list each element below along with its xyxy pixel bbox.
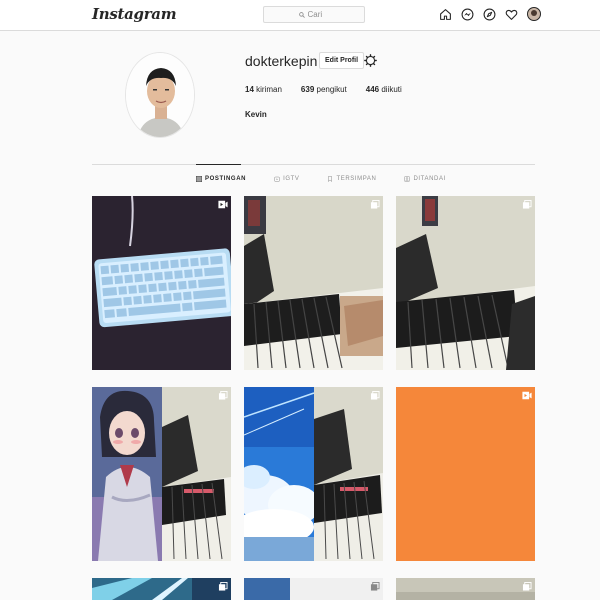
instagram-logo[interactable]: Instagram	[92, 5, 177, 23]
heart-icon[interactable]	[505, 8, 518, 21]
post-tile[interactable]	[92, 196, 231, 370]
piano-photo	[396, 196, 535, 370]
posts-label: kiriman	[253, 85, 282, 94]
posts-stat: 14 kiriman	[245, 85, 282, 94]
search-icon	[298, 11, 305, 18]
edit-profile-button[interactable]: Edit Profil	[319, 52, 365, 69]
post-tile[interactable]	[92, 387, 231, 561]
settings-gear-icon[interactable]	[364, 54, 377, 67]
following-label: diikuti	[379, 85, 402, 94]
multiple-posts-icon	[218, 391, 228, 400]
tagged-user-icon	[404, 176, 411, 182]
followers-stat[interactable]: 639 pengikut	[301, 85, 347, 94]
sky-piano-collage	[244, 387, 383, 561]
tab-tagged-label: DITANDAI	[413, 176, 446, 182]
profile-stats: 14 kiriman 639 pengikut 446 diikuti	[245, 85, 402, 94]
messenger-icon[interactable]	[461, 8, 474, 21]
tab-igtv[interactable]: IGTV	[274, 176, 299, 182]
piano-photo	[244, 196, 383, 370]
following-stat[interactable]: 446 diikuti	[366, 85, 402, 94]
multiple-posts-icon	[370, 582, 380, 591]
multiple-posts-icon	[370, 391, 380, 400]
video-badge-icon	[218, 200, 228, 209]
following-count: 446	[365, 85, 380, 94]
tab-saved[interactable]: TERSIMPAN	[327, 176, 376, 182]
profile-photo-icon	[126, 53, 194, 137]
multiple-posts-icon	[370, 200, 380, 209]
followers-label: pengikut	[314, 85, 347, 94]
tab-saved-label: TERSIMPAN	[336, 176, 377, 182]
search-input[interactable]	[307, 10, 330, 19]
igtv-icon	[274, 176, 280, 182]
post-tile[interactable]	[244, 578, 383, 600]
partial-post-photo	[244, 578, 383, 600]
posts-count: 14	[245, 85, 254, 94]
partial-post-photo	[92, 578, 231, 600]
partial-post-photo	[396, 578, 535, 600]
grid-icon	[196, 176, 202, 182]
post-tile[interactable]	[244, 196, 383, 370]
keyboard-photo	[92, 196, 231, 370]
multiple-posts-icon	[218, 582, 228, 591]
tab-tagged[interactable]: DITANDAI	[404, 176, 445, 182]
search-box[interactable]	[263, 6, 365, 23]
bookmark-icon	[328, 176, 333, 182]
profile-picture[interactable]	[125, 52, 195, 138]
explore-icon[interactable]	[483, 8, 496, 21]
video-badge-icon	[522, 391, 532, 400]
profile-full-name: Kevin	[245, 110, 267, 119]
post-tile[interactable]	[396, 387, 535, 561]
anime-piano-collage	[92, 387, 231, 561]
profile-tabs: POSTINGAN IGTV TERSIMPAN DITANDAI	[196, 176, 446, 182]
post-tile[interactable]	[396, 196, 535, 370]
post-tile[interactable]	[92, 578, 231, 600]
top-navbar: Instagram	[0, 0, 600, 31]
tabs-divider	[92, 164, 535, 165]
tab-posts-label: POSTINGAN	[205, 176, 247, 182]
tab-igtv-label: IGTV	[283, 176, 300, 182]
post-tile[interactable]	[396, 578, 535, 600]
post-tile[interactable]	[244, 387, 383, 561]
tab-posts[interactable]: POSTINGAN	[196, 176, 246, 182]
multiple-posts-icon	[522, 200, 532, 209]
home-icon[interactable]	[439, 8, 452, 21]
active-tab-indicator	[196, 164, 241, 165]
nav-icons	[439, 7, 541, 21]
profile-username: dokterkepin	[245, 53, 318, 69]
profile-avatar-icon[interactable]	[527, 7, 541, 21]
followers-count: 639	[300, 85, 315, 94]
multiple-posts-icon	[522, 582, 532, 591]
